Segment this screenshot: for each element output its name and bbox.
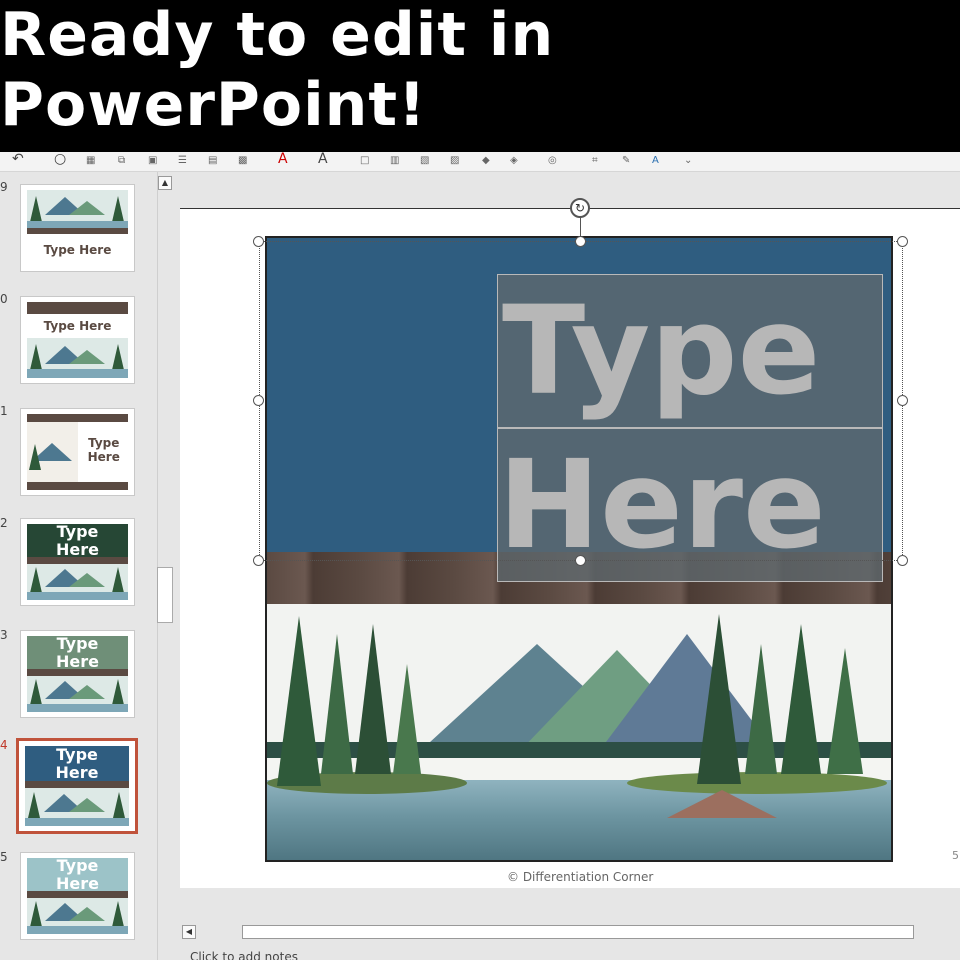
selection-outline bbox=[259, 241, 903, 561]
picture-icon[interactable]: ▩ bbox=[238, 154, 247, 170]
slide-thumbnail-selected[interactable]: Type Here bbox=[16, 738, 138, 834]
arrange-icon[interactable]: ▧ bbox=[420, 154, 429, 170]
thumbnail-label-line1: Type bbox=[56, 524, 99, 541]
align-icon[interactable]: ☰ bbox=[178, 154, 187, 170]
resize-handle-left[interactable] bbox=[253, 395, 264, 406]
undo-icon[interactable]: ↶ bbox=[12, 152, 24, 168]
resize-handle-bottom-right[interactable] bbox=[897, 555, 908, 566]
banner-title: Ready to edit in PowerPoint! bbox=[0, 0, 555, 140]
font-color-icon[interactable]: A bbox=[278, 152, 288, 168]
table-icon[interactable]: ▤ bbox=[208, 154, 217, 170]
shape-outline-icon[interactable]: ◈ bbox=[510, 154, 518, 170]
slide-thumbnail[interactable]: Type Here bbox=[20, 184, 135, 272]
crop-icon[interactable]: ⌗ bbox=[592, 154, 598, 170]
thumbnail-number: 4 bbox=[0, 738, 8, 752]
slide-number: 5 bbox=[952, 849, 959, 862]
resize-handle-top[interactable] bbox=[575, 236, 586, 247]
copy-icon[interactable]: ⧉ bbox=[118, 154, 125, 170]
notes-placeholder[interactable]: Click to add notes bbox=[190, 950, 298, 960]
thumbnail-label-line1: Type bbox=[56, 636, 99, 653]
thumbnail-label: Type Here bbox=[43, 243, 112, 258]
slide-thumbnail[interactable]: Type Here bbox=[20, 408, 135, 496]
group-icon[interactable]: ▥ bbox=[390, 154, 399, 170]
thumbnail-label-line1: Type bbox=[88, 435, 120, 450]
thumbnail-label: Type Here bbox=[43, 319, 112, 334]
thumbnail-number: 2 bbox=[0, 516, 8, 530]
resize-handle-bottom[interactable] bbox=[575, 555, 586, 566]
resize-handle-bottom-left[interactable] bbox=[253, 555, 264, 566]
thumbnail-label-line2: Here bbox=[87, 449, 120, 464]
slide-thumbnail[interactable]: Type Here bbox=[20, 630, 135, 718]
layout-icon[interactable]: ▦ bbox=[86, 154, 95, 170]
scroll-left-button[interactable]: ◀ bbox=[182, 925, 196, 939]
resize-handle-right[interactable] bbox=[897, 395, 908, 406]
thumbnail-label-line1: Type bbox=[56, 746, 98, 764]
horizontal-scroll-thumb[interactable] bbox=[242, 925, 914, 939]
slide-editor-canvas[interactable]: Type Here ↻ © Differentiation Corner 5 bbox=[180, 198, 960, 888]
thumbnail-scroll-up-button[interactable]: ▲ bbox=[158, 176, 172, 190]
thumbnail-number: 9 bbox=[0, 180, 8, 194]
slide-thumbnail[interactable]: Type Here bbox=[20, 518, 135, 606]
resize-handle-top-left[interactable] bbox=[253, 236, 264, 247]
distribute-icon[interactable]: ▨ bbox=[450, 154, 459, 170]
shape-fill-icon[interactable]: ◆ bbox=[482, 154, 490, 170]
highlight-icon[interactable]: A bbox=[318, 152, 328, 168]
powerpoint-workspace: 9 Type Here 0 Type Here 1 Type Here 2 Ty… bbox=[0, 172, 960, 960]
slide-thumbnail[interactable]: Type Here bbox=[20, 296, 135, 384]
thumbnail-scrollbar[interactable] bbox=[157, 567, 173, 623]
chevron-down-icon[interactable]: ⌄ bbox=[684, 154, 692, 170]
thumbnail-label-line2: Here bbox=[56, 539, 99, 559]
textbox-icon[interactable]: □ bbox=[360, 154, 369, 170]
ribbon-toolbar: ↶ ○ ▦ ⧉ ▣ ☰ ▤ ▩ A A □ ▥ ▧ ▨ ◆ ◈ ◎ ⌗ ✎ A … bbox=[0, 152, 960, 172]
promo-banner: Ready to edit in PowerPoint! bbox=[0, 0, 960, 152]
thumbnail-number: 3 bbox=[0, 628, 8, 642]
thumbnail-number: 5 bbox=[0, 850, 8, 864]
rotate-handle-icon[interactable]: ↻ bbox=[570, 198, 590, 218]
shape-circle-icon[interactable]: ○ bbox=[54, 152, 66, 168]
resize-handle-top-right[interactable] bbox=[897, 236, 908, 247]
thumbnail-number: 0 bbox=[0, 292, 8, 306]
shape-effects-icon[interactable]: ◎ bbox=[548, 154, 557, 170]
thumbnail-label-line2: Here bbox=[56, 651, 99, 671]
thumbnail-number: 1 bbox=[0, 404, 8, 418]
format-painter-icon[interactable]: ✎ bbox=[622, 154, 630, 170]
mountain-lake-illustration bbox=[267, 604, 891, 860]
thumbnail-label-line2: Here bbox=[56, 873, 99, 893]
thumbnail-label-line1: Type bbox=[56, 858, 99, 875]
slide-thumbnail[interactable]: Type Here bbox=[20, 852, 135, 940]
copyright-text: © Differentiation Corner bbox=[507, 870, 654, 884]
thumbnail-label-line2: Here bbox=[55, 762, 99, 782]
text-style-icon[interactable]: A bbox=[652, 154, 659, 170]
horizontal-scrollbar[interactable]: ◀ bbox=[180, 922, 960, 942]
slide-thumbnail-pane[interactable]: 9 Type Here 0 Type Here 1 Type Here 2 Ty… bbox=[0, 172, 158, 960]
paste-icon[interactable]: ▣ bbox=[148, 154, 157, 170]
